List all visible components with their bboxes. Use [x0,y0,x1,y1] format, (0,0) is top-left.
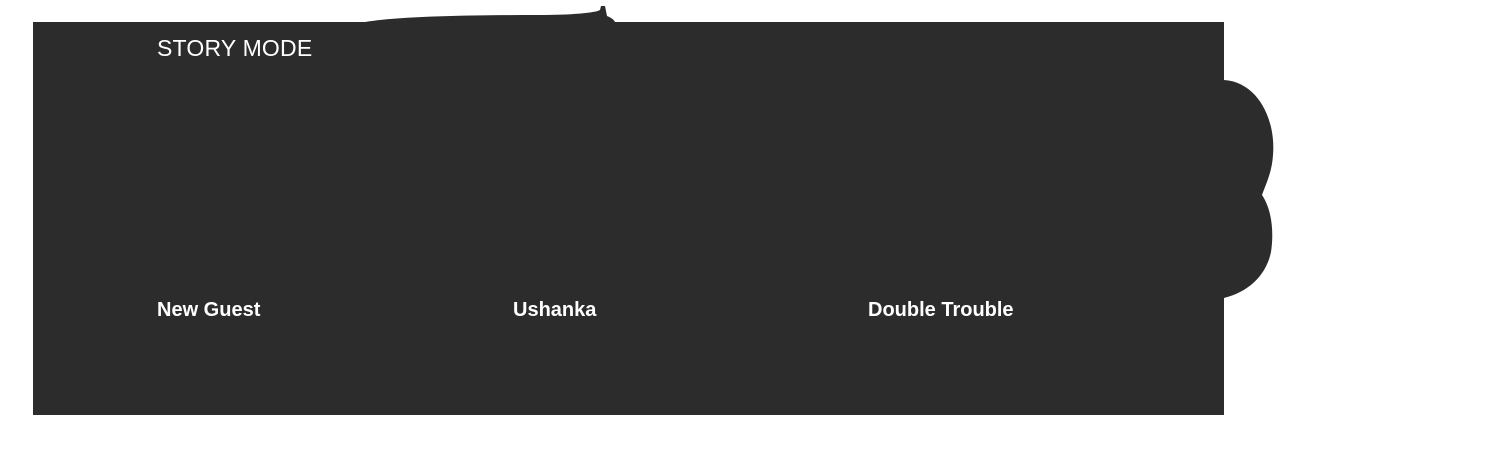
story-mode-panel: STORY MODE New Guest Ushanka Double Trou… [33,22,1224,415]
card-title: Ushanka [513,299,597,321]
right-artwork-blob [1224,80,1274,298]
story-card-ushanka[interactable]: Ushanka [513,22,853,415]
top-artwork-stroke [365,6,615,22]
card-title: Double Trouble [868,299,1014,321]
story-card-double-trouble[interactable]: Double Trouble [868,22,1208,415]
card-title: New Guest [157,299,261,321]
story-card-new-guest[interactable]: New Guest [157,22,497,415]
story-mode-stage: STORY MODE New Guest Ushanka Double Trou… [0,0,1494,454]
